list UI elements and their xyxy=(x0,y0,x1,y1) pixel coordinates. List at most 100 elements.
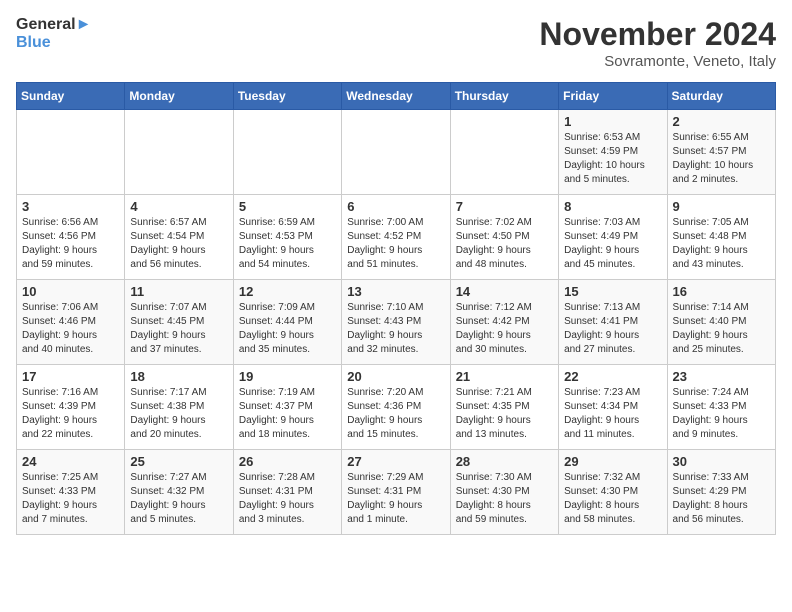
day-number: 19 xyxy=(239,369,336,384)
calendar-cell: 16 Sunrise: 7:14 AM Sunset: 4:40 PM Dayli… xyxy=(667,280,775,365)
day-info: Sunrise: 7:06 AM Sunset: 4:46 PM Dayligh… xyxy=(22,301,119,357)
day-info: Sunrise: 6:59 AM Sunset: 4:53 PM Dayligh… xyxy=(239,216,336,272)
day-number: 1 xyxy=(564,114,661,129)
day-number: 22 xyxy=(564,369,661,384)
calendar-cell: 15 Sunrise: 7:13 AM Sunset: 4:41 PM Dayli… xyxy=(559,280,667,365)
day-info: Sunrise: 7:25 AM Sunset: 4:33 PM Dayligh… xyxy=(22,471,119,527)
day-number: 24 xyxy=(22,454,119,469)
day-info: Sunrise: 7:09 AM Sunset: 4:44 PM Dayligh… xyxy=(239,301,336,357)
day-info: Sunrise: 7:12 AM Sunset: 4:42 PM Dayligh… xyxy=(456,301,553,357)
day-number: 27 xyxy=(347,454,444,469)
calendar-header-row: SundayMondayTuesdayWednesdayThursdayFrid… xyxy=(17,83,776,110)
day-number: 9 xyxy=(673,199,770,214)
day-info: Sunrise: 7:00 AM Sunset: 4:52 PM Dayligh… xyxy=(347,216,444,272)
day-number: 20 xyxy=(347,369,444,384)
column-header-friday: Friday xyxy=(559,83,667,110)
day-info: Sunrise: 7:20 AM Sunset: 4:36 PM Dayligh… xyxy=(347,386,444,442)
day-info: Sunrise: 6:55 AM Sunset: 4:57 PM Dayligh… xyxy=(673,131,770,187)
day-info: Sunrise: 7:05 AM Sunset: 4:48 PM Dayligh… xyxy=(673,216,770,272)
column-header-saturday: Saturday xyxy=(667,83,775,110)
calendar-cell: 30Sunrise: 7:33 AM Sunset: 4:29 PM Dayli… xyxy=(667,450,775,535)
calendar-cell: 27Sunrise: 7:29 AM Sunset: 4:31 PM Dayli… xyxy=(342,450,450,535)
calendar-cell: 22 Sunrise: 7:23 AM Sunset: 4:34 PM Dayli… xyxy=(559,365,667,450)
day-info: Sunrise: 7:14 AM Sunset: 4:40 PM Dayligh… xyxy=(673,301,770,357)
day-info: Sunrise: 6:53 AM Sunset: 4:59 PM Dayligh… xyxy=(564,131,661,187)
day-info: Sunrise: 7:03 AM Sunset: 4:49 PM Dayligh… xyxy=(564,216,661,272)
calendar-cell xyxy=(17,110,125,195)
day-number: 7 xyxy=(456,199,553,214)
day-number: 17 xyxy=(22,369,119,384)
calendar-cell: 7 Sunrise: 7:02 AM Sunset: 4:50 PM Daylig… xyxy=(450,195,558,280)
day-number: 12 xyxy=(239,284,336,299)
day-number: 5 xyxy=(239,199,336,214)
calendar-cell: 20 Sunrise: 7:20 AM Sunset: 4:36 PM Dayli… xyxy=(342,365,450,450)
calendar-cell: 13Sunrise: 7:10 AM Sunset: 4:43 PM Dayli… xyxy=(342,280,450,365)
day-info: Sunrise: 7:13 AM Sunset: 4:41 PM Dayligh… xyxy=(564,301,661,357)
day-info: Sunrise: 7:23 AM Sunset: 4:34 PM Dayligh… xyxy=(564,386,661,442)
day-number: 2 xyxy=(673,114,770,129)
calendar-cell: 28 Sunrise: 7:30 AM Sunset: 4:30 PM Dayli… xyxy=(450,450,558,535)
day-number: 11 xyxy=(130,284,227,299)
day-info: Sunrise: 7:02 AM Sunset: 4:50 PM Dayligh… xyxy=(456,216,553,272)
calendar-cell: 21 Sunrise: 7:21 AM Sunset: 4:35 PM Dayli… xyxy=(450,365,558,450)
calendar-cell: 1 Sunrise: 6:53 AM Sunset: 4:59 PM Daylig… xyxy=(559,110,667,195)
calendar-cell xyxy=(125,110,233,195)
page-header: General► Blue November 2024 Sovramonte, … xyxy=(16,16,776,70)
day-number: 28 xyxy=(456,454,553,469)
column-header-wednesday: Wednesday xyxy=(342,83,450,110)
calendar-cell: 29 Sunrise: 7:32 AM Sunset: 4:30 PM Dayli… xyxy=(559,450,667,535)
calendar-cell xyxy=(342,110,450,195)
calendar-week-row: 3Sunrise: 6:56 AM Sunset: 4:56 PM Daylig… xyxy=(17,195,776,280)
calendar-cell: 17 Sunrise: 7:16 AM Sunset: 4:39 PM Dayli… xyxy=(17,365,125,450)
calendar-cell xyxy=(450,110,558,195)
calendar-cell: 10 Sunrise: 7:06 AM Sunset: 4:46 PM Dayli… xyxy=(17,280,125,365)
calendar-cell: 5 Sunrise: 6:59 AM Sunset: 4:53 PM Daylig… xyxy=(233,195,341,280)
title-block: November 2024 Sovramonte, Veneto, Italy xyxy=(539,16,776,70)
day-info: Sunrise: 6:57 AM Sunset: 4:54 PM Dayligh… xyxy=(130,216,227,272)
day-info: Sunrise: 7:07 AM Sunset: 4:45 PM Dayligh… xyxy=(130,301,227,357)
day-number: 21 xyxy=(456,369,553,384)
day-info: Sunrise: 7:30 AM Sunset: 4:30 PM Dayligh… xyxy=(456,471,553,527)
day-number: 6 xyxy=(347,199,444,214)
day-number: 26 xyxy=(239,454,336,469)
calendar-cell: 8Sunrise: 7:03 AM Sunset: 4:49 PM Daylig… xyxy=(559,195,667,280)
calendar-cell: 14 Sunrise: 7:12 AM Sunset: 4:42 PM Dayli… xyxy=(450,280,558,365)
day-number: 14 xyxy=(456,284,553,299)
calendar-cell: 25Sunrise: 7:27 AM Sunset: 4:32 PM Dayli… xyxy=(125,450,233,535)
day-info: Sunrise: 7:32 AM Sunset: 4:30 PM Dayligh… xyxy=(564,471,661,527)
calendar-cell: 18 Sunrise: 7:17 AM Sunset: 4:38 PM Dayli… xyxy=(125,365,233,450)
column-header-thursday: Thursday xyxy=(450,83,558,110)
day-info: Sunrise: 7:10 AM Sunset: 4:43 PM Dayligh… xyxy=(347,301,444,357)
calendar-cell: 9 Sunrise: 7:05 AM Sunset: 4:48 PM Daylig… xyxy=(667,195,775,280)
day-number: 15 xyxy=(564,284,661,299)
calendar-week-row: 17 Sunrise: 7:16 AM Sunset: 4:39 PM Dayli… xyxy=(17,365,776,450)
calendar-cell: 23Sunrise: 7:24 AM Sunset: 4:33 PM Dayli… xyxy=(667,365,775,450)
day-number: 25 xyxy=(130,454,227,469)
day-number: 18 xyxy=(130,369,227,384)
logo-text: General► Blue xyxy=(16,16,91,53)
calendar-week-row: 1 Sunrise: 6:53 AM Sunset: 4:59 PM Daylig… xyxy=(17,110,776,195)
day-info: Sunrise: 7:19 AM Sunset: 4:37 PM Dayligh… xyxy=(239,386,336,442)
calendar-cell: 2 Sunrise: 6:55 AM Sunset: 4:57 PM Daylig… xyxy=(667,110,775,195)
day-info: Sunrise: 7:24 AM Sunset: 4:33 PM Dayligh… xyxy=(673,386,770,442)
day-info: Sunrise: 7:33 AM Sunset: 4:29 PM Dayligh… xyxy=(673,471,770,527)
day-number: 16 xyxy=(673,284,770,299)
day-info: Sunrise: 7:16 AM Sunset: 4:39 PM Dayligh… xyxy=(22,386,119,442)
column-header-tuesday: Tuesday xyxy=(233,83,341,110)
calendar-week-row: 10 Sunrise: 7:06 AM Sunset: 4:46 PM Dayli… xyxy=(17,280,776,365)
day-number: 29 xyxy=(564,454,661,469)
day-number: 4 xyxy=(130,199,227,214)
calendar-cell: 11 Sunrise: 7:07 AM Sunset: 4:45 PM Dayli… xyxy=(125,280,233,365)
day-info: Sunrise: 7:21 AM Sunset: 4:35 PM Dayligh… xyxy=(456,386,553,442)
day-number: 10 xyxy=(22,284,119,299)
calendar-cell: 3Sunrise: 6:56 AM Sunset: 4:56 PM Daylig… xyxy=(17,195,125,280)
day-info: Sunrise: 6:56 AM Sunset: 4:56 PM Dayligh… xyxy=(22,216,119,272)
logo: General► Blue xyxy=(16,16,91,53)
calendar-table: SundayMondayTuesdayWednesdayThursdayFrid… xyxy=(16,82,776,535)
calendar-week-row: 24 Sunrise: 7:25 AM Sunset: 4:33 PM Dayli… xyxy=(17,450,776,535)
calendar-cell: 24 Sunrise: 7:25 AM Sunset: 4:33 PM Dayli… xyxy=(17,450,125,535)
day-info: Sunrise: 7:17 AM Sunset: 4:38 PM Dayligh… xyxy=(130,386,227,442)
calendar-cell: 6 Sunrise: 7:00 AM Sunset: 4:52 PM Daylig… xyxy=(342,195,450,280)
calendar-cell: 4 Sunrise: 6:57 AM Sunset: 4:54 PM Daylig… xyxy=(125,195,233,280)
column-header-sunday: Sunday xyxy=(17,83,125,110)
